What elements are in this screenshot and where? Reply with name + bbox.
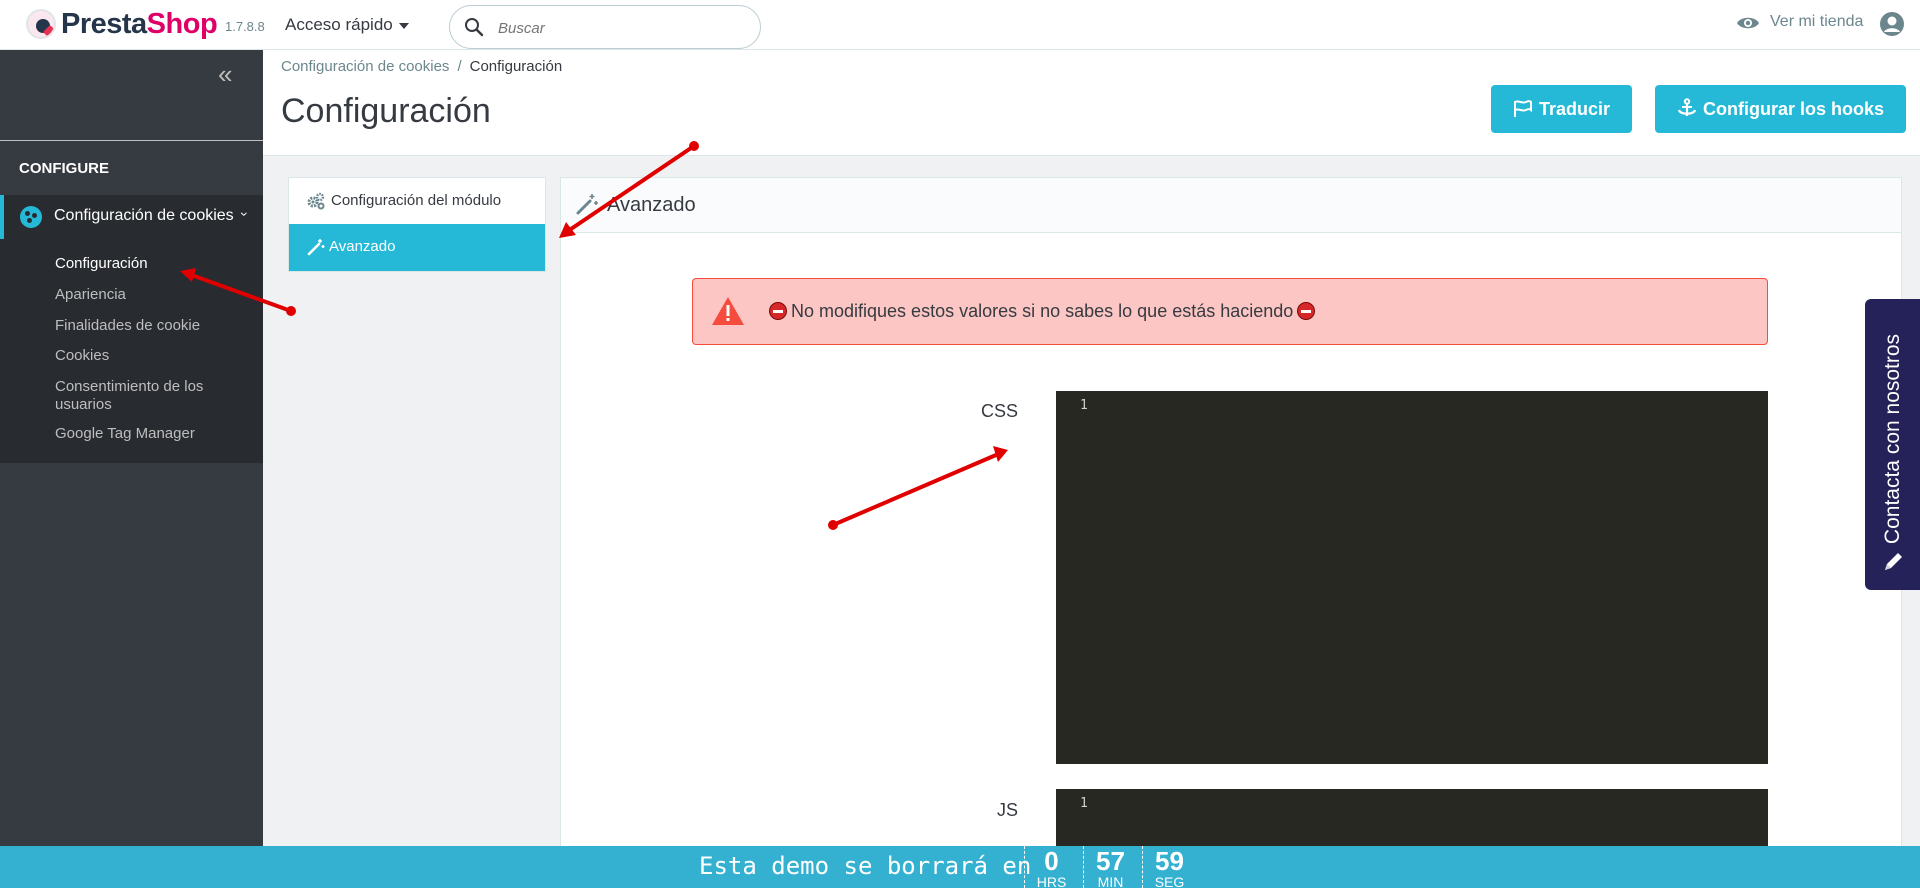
version-label: 1.7.8.8 — [225, 19, 265, 34]
timer-minutes: 57 MIN — [1083, 846, 1137, 888]
timer-hours: 0 HRS — [1024, 846, 1078, 888]
top-header: PrestaShop 1.7.8.8 Acceso rápido Ver mi … — [0, 0, 1920, 50]
configure-hooks-button[interactable]: Configurar los hooks — [1655, 85, 1907, 133]
anchor-icon — [1677, 98, 1697, 116]
sidebar-subitem-cookies[interactable]: Cookies — [55, 347, 255, 365]
caret-down-icon — [398, 22, 409, 29]
no-entry-icon — [769, 302, 787, 320]
css-field-label: CSS — [980, 401, 1018, 421]
sidebar: « CONFIGURE Configuración de cookies ‹ C… — [0, 50, 263, 846]
breadcrumb: Configuración de cookies / Configuración — [281, 58, 563, 75]
sidebar-item-cookies-config[interactable]: Configuración de cookies ‹ — [0, 195, 263, 239]
magic-wand-icon — [307, 239, 325, 256]
search-input[interactable] — [498, 16, 738, 40]
breadcrumb-parent[interactable]: Configuración de cookies — [281, 58, 449, 75]
line-number: 1 — [1080, 796, 1088, 811]
search-box[interactable] — [449, 5, 761, 49]
collapse-sidebar-icon[interactable]: « — [218, 61, 232, 87]
user-account-icon[interactable] — [1879, 11, 1905, 37]
cookie-icon — [20, 206, 42, 228]
brand-name[interactable]: PrestaShop — [61, 8, 218, 41]
chevron-up-icon[interactable]: ‹ — [234, 212, 250, 217]
pencil-icon — [1885, 553, 1902, 570]
prestashop-logo-icon[interactable] — [26, 9, 56, 39]
sidebar-subitem-configuracion[interactable]: Configuración — [55, 255, 255, 273]
no-entry-icon — [1297, 302, 1316, 320]
breadcrumb-current: Configuración — [469, 58, 563, 75]
sidebar-subitem-gtm[interactable]: Google Tag Manager — [55, 425, 255, 443]
magic-wand-icon — [576, 194, 598, 215]
view-store-link[interactable]: Ver mi tienda — [1736, 13, 1863, 31]
alert-message: No modifiques estos valores si no sabes … — [791, 301, 1294, 321]
sidebar-subitem-consentimiento[interactable]: Consentimiento de los usuarios — [55, 378, 225, 414]
demo-timer-bar: Esta demo se borrará en 0 HRS 57 MIN 59 … — [0, 846, 1920, 888]
css-code-editor[interactable]: 1 — [1056, 391, 1768, 764]
eye-icon — [1737, 17, 1759, 29]
timer-seconds: 59 SEG — [1142, 846, 1196, 888]
sidebar-submenu: Configuración Apariencia Finalidades de … — [0, 239, 263, 463]
sidebar-divider — [0, 140, 263, 141]
contact-us-tab[interactable]: Contacta con nosotros — [1865, 299, 1920, 590]
quick-access-dropdown[interactable]: Acceso rápido — [285, 15, 409, 35]
warning-triangle-icon — [712, 297, 744, 325]
warning-alert: No modifiques estos valores si no sabes … — [692, 278, 1768, 345]
js-code-editor[interactable]: 1 — [1056, 789, 1768, 846]
sidebar-subitem-finalidades[interactable]: Finalidades de cookie — [55, 317, 255, 335]
line-number: 1 — [1080, 398, 1088, 413]
translate-button[interactable]: Traducir — [1491, 85, 1633, 133]
tab-module-config[interactable]: Configuración del módulo — [289, 178, 545, 225]
sidebar-subitem-apariencia[interactable]: Apariencia — [55, 286, 255, 304]
tab-advanced[interactable]: Avanzado — [289, 224, 545, 271]
module-tabs: Configuración del módulo Avanzado — [288, 177, 546, 272]
panel-header: Avanzado — [561, 178, 1901, 233]
flag-icon — [1514, 100, 1532, 117]
sidebar-section-title: CONFIGURE — [19, 160, 109, 177]
search-icon — [465, 18, 484, 37]
demo-message: Esta demo se borrará en — [699, 852, 1032, 880]
js-field-label: JS — [996, 800, 1018, 820]
page-title: Configuración — [281, 92, 491, 130]
cogs-icon — [307, 192, 325, 210]
